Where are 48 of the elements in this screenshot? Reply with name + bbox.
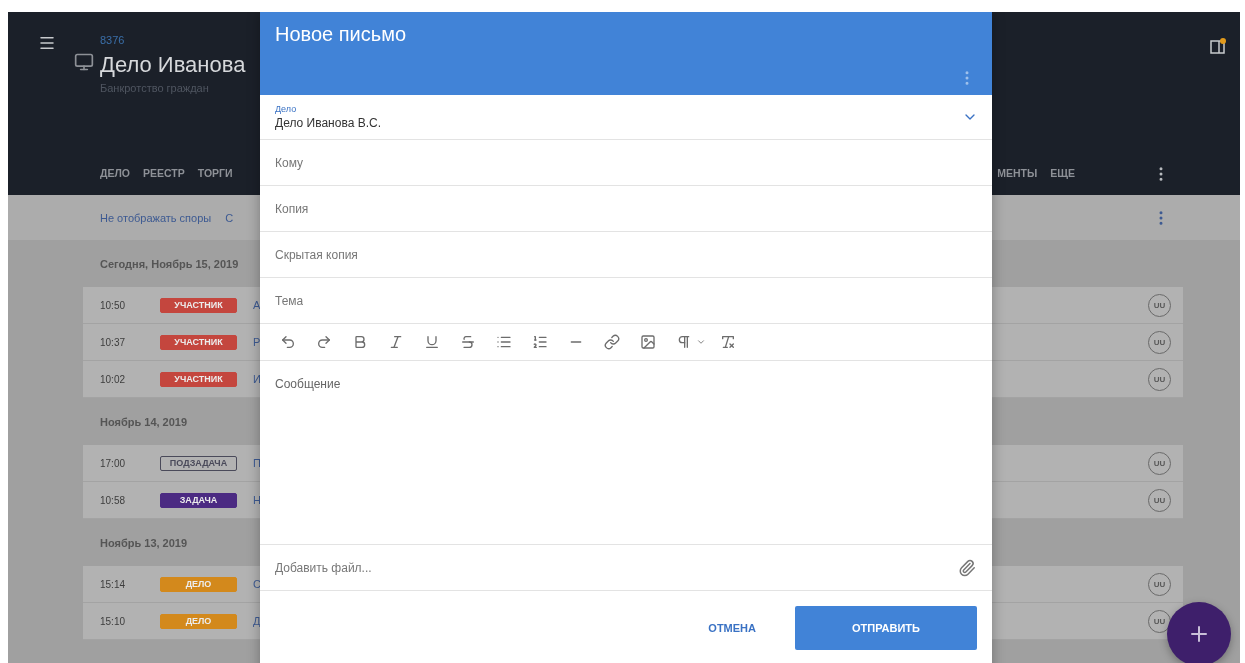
event-time: 15:10 bbox=[100, 615, 127, 627]
case-title: Дело Иванова bbox=[100, 52, 246, 78]
event-tag: УЧАСТНИК bbox=[160, 297, 237, 313]
event-time: 10:37 bbox=[100, 336, 127, 348]
panel-icon[interactable] bbox=[1210, 38, 1226, 54]
event-title[interactable]: Н bbox=[253, 494, 261, 506]
input-field[interactable]: Копия bbox=[275, 201, 309, 216]
event-tag: ЗАДАЧА bbox=[160, 492, 237, 508]
nav-tab[interactable]: РЕЕСТР bbox=[143, 163, 185, 185]
date-heading: Сегодня, Ноябрь 15, 2019 bbox=[100, 257, 239, 270]
message-field[interactable]: Сообщение bbox=[260, 361, 992, 545]
dialog-title: Новое письмо bbox=[275, 23, 407, 47]
event-title[interactable]: Д bbox=[253, 615, 261, 627]
event-title[interactable]: Р bbox=[253, 336, 261, 348]
input-field[interactable]: Скрытая копия bbox=[275, 247, 358, 262]
event-title[interactable]: П bbox=[253, 457, 261, 469]
input-field[interactable]: Тема bbox=[275, 293, 304, 308]
field-value: Дело Иванова В.С. bbox=[275, 116, 382, 130]
add-file-link[interactable]: Добавить файл... bbox=[275, 560, 372, 575]
send-button[interactable]: ОТПРАВИТЬ bbox=[795, 606, 977, 650]
event-time: 10:02 bbox=[100, 373, 127, 385]
event-title[interactable]: С bbox=[253, 578, 261, 590]
event-tag: УЧАСТНИК bbox=[160, 371, 237, 387]
filter-link[interactable]: Не отображать споры bbox=[100, 211, 212, 224]
event-title[interactable]: А bbox=[253, 299, 261, 311]
event-time: 15:14 bbox=[100, 578, 127, 590]
event-tag: ПОДЗАДАЧА bbox=[160, 455, 237, 471]
event-tag: ДЕЛО bbox=[160, 576, 237, 592]
paperclip-icon[interactable] bbox=[958, 558, 976, 577]
date-heading: Ноябрь 13, 2019 bbox=[100, 536, 188, 549]
input-field[interactable]: Кому bbox=[275, 155, 304, 170]
case-select[interactable]: Дело Дело Иванова В.С. bbox=[260, 95, 992, 140]
filter-link[interactable]: С bbox=[225, 211, 234, 224]
cancel-button[interactable]: ОТМЕНА bbox=[708, 612, 756, 644]
add-button[interactable] bbox=[1167, 602, 1231, 663]
case-number: 8376 bbox=[100, 34, 125, 46]
field-label: Дело bbox=[275, 104, 298, 114]
nav-tab[interactable]: ДЕЛО bbox=[100, 163, 131, 185]
nav-tab[interactable]: ЕЩЕ bbox=[1050, 163, 1075, 185]
nav-tab[interactable]: МЕНТЫ bbox=[997, 163, 1038, 185]
event-time: 17:00 bbox=[100, 457, 127, 469]
event-time: 10:58 bbox=[100, 494, 127, 506]
event-tag: ДЕЛО bbox=[160, 613, 237, 629]
event-tag: УЧАСТНИК bbox=[160, 334, 237, 350]
event-title[interactable]: И bbox=[253, 373, 261, 385]
date-heading: Ноябрь 14, 2019 bbox=[100, 415, 188, 428]
event-time: 10:50 bbox=[100, 299, 127, 311]
nav-tab[interactable]: ТОРГИ bbox=[197, 163, 233, 185]
